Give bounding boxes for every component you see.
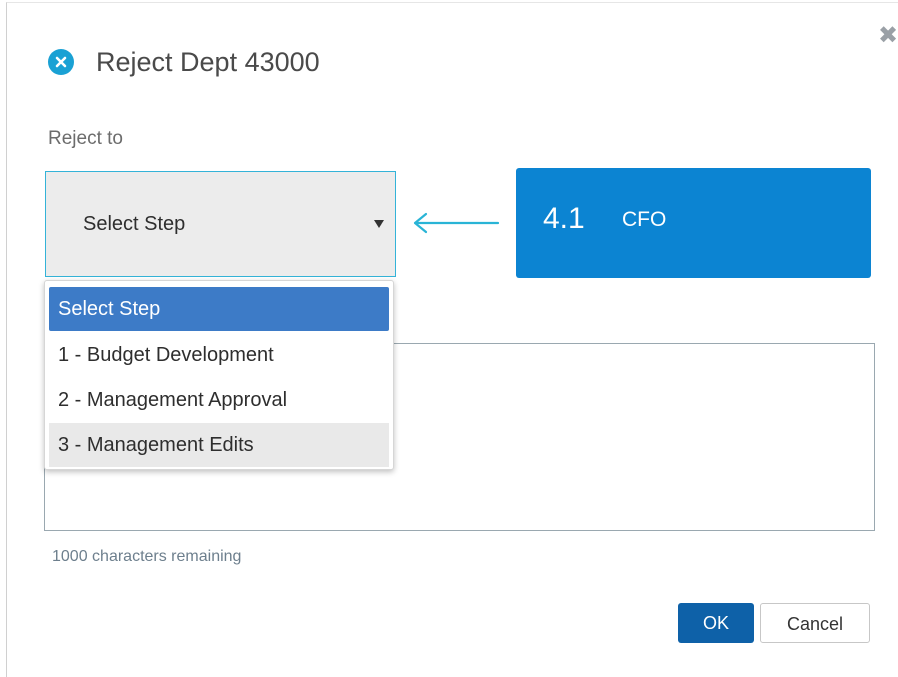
dropdown-option-select-step[interactable]: Select Step [49,287,389,331]
characters-remaining: 1000 characters remaining [52,548,242,565]
caret-down-icon [374,220,384,228]
current-step-number: 4.1 [543,202,585,235]
close-x-icon[interactable]: ✖ [877,24,898,48]
cancel-button[interactable]: Cancel [760,603,870,643]
ok-button[interactable]: OK [678,603,754,643]
dialog-title: Reject Dept 43000 [96,46,320,77]
close-circle-icon [48,49,74,75]
arrow-left-icon [413,212,500,234]
dropdown-option-management-edits[interactable]: 3 - Management Edits [49,423,389,467]
step-dropdown-list: Select Step 1 - Budget Development 2 - M… [44,280,394,470]
current-step-name: CFO [622,208,667,231]
select-value: Select Step [83,213,186,235]
reject-step-select[interactable]: Select Step [45,171,396,277]
dialog-header: Reject Dept 43000 [48,46,320,78]
dropdown-option-management-approval[interactable]: 2 - Management Approval [49,378,389,422]
reject-to-label: Reject to [48,128,123,149]
current-step-box: 4.1 CFO [516,168,871,278]
dropdown-option-budget-development[interactable]: 1 - Budget Development [49,333,389,377]
